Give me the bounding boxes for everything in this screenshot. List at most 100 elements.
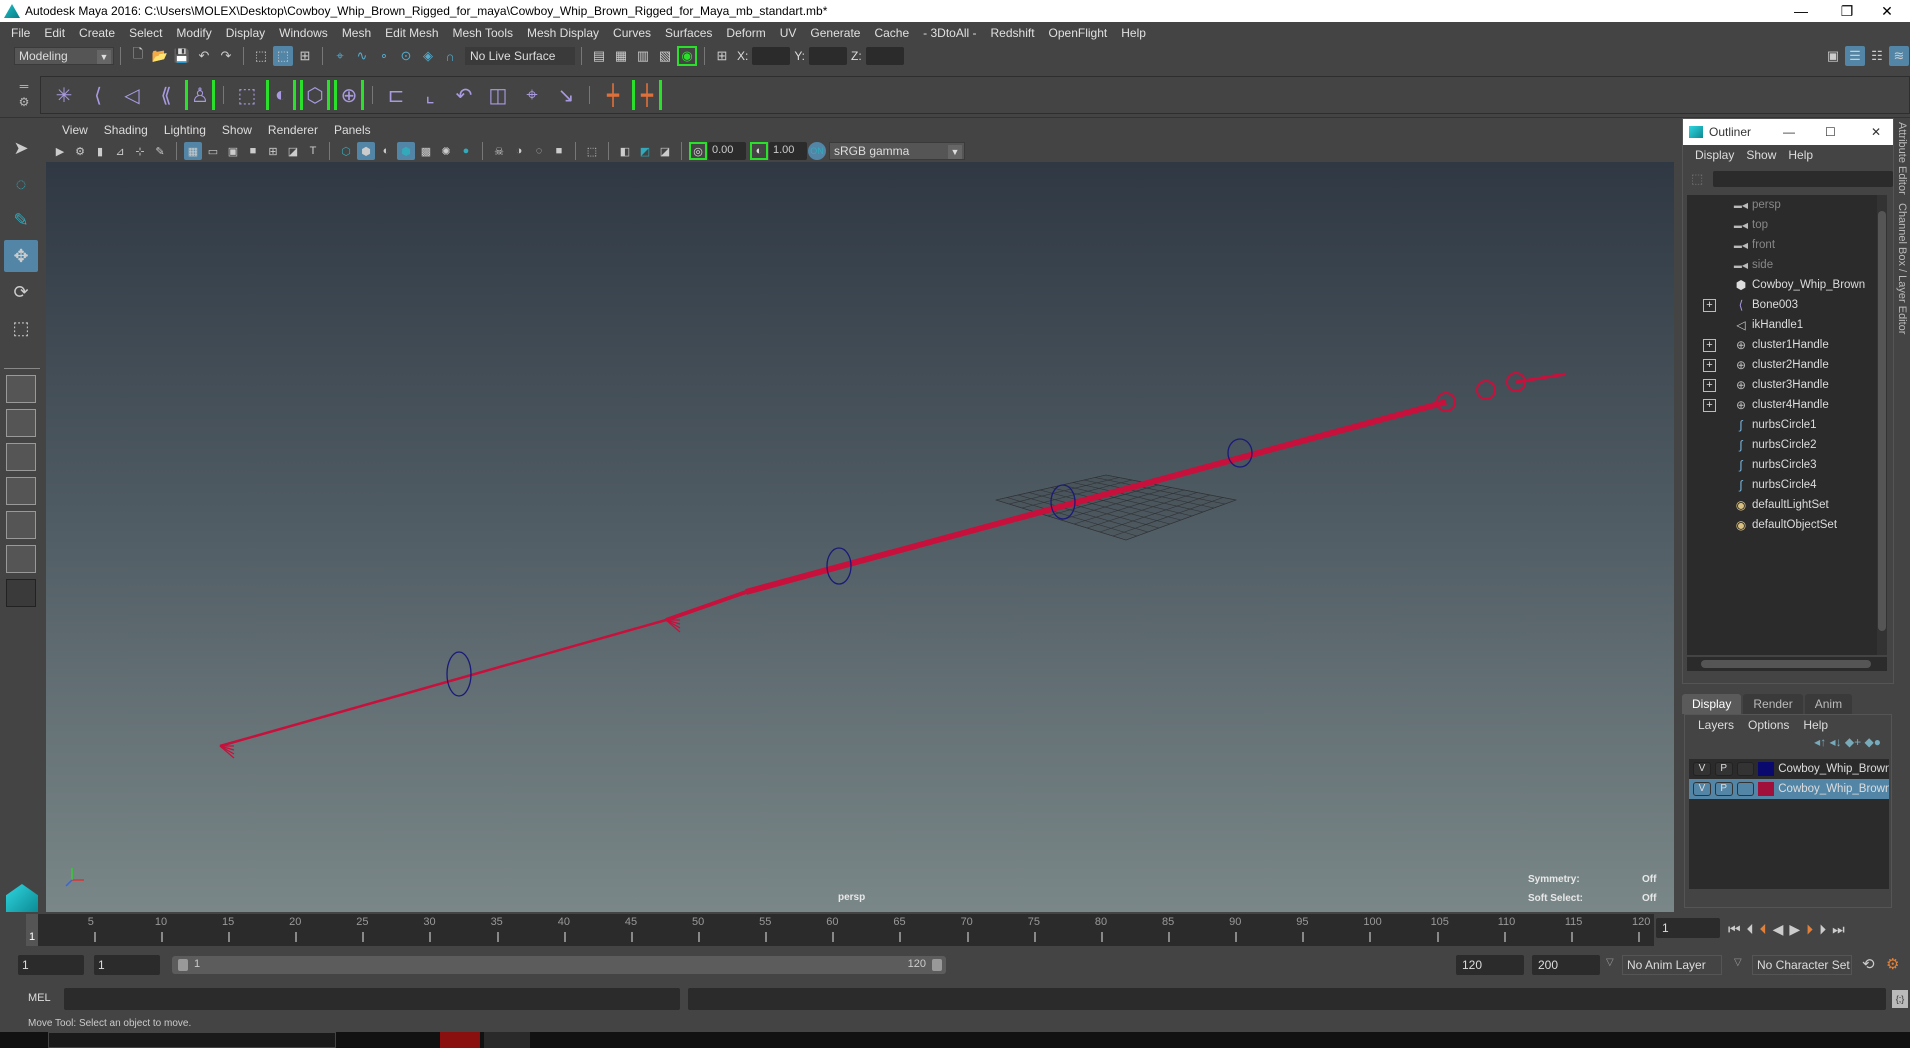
hypershade-persp-layout-icon[interactable] xyxy=(6,511,36,539)
scrollbar-thumb[interactable] xyxy=(1701,660,1871,668)
taskbar-app-button[interactable] xyxy=(440,1032,480,1048)
character-set-dropdown[interactable]: No Character Set xyxy=(1752,955,1852,975)
undo-icon[interactable]: ↶ xyxy=(194,46,214,66)
wireframe-on-shaded-icon[interactable]: ⬢ xyxy=(397,142,415,160)
viewport-menu-view[interactable]: View xyxy=(54,123,96,137)
x-field[interactable] xyxy=(752,47,791,65)
new-scene-icon[interactable]: 🗋 xyxy=(128,46,148,66)
film-gate-icon[interactable]: ▭ xyxy=(204,142,222,160)
expand-icon[interactable]: + xyxy=(1703,358,1716,372)
image-plane-icon[interactable]: ⊿ xyxy=(111,142,129,160)
select-tool-icon[interactable]: ➤ xyxy=(4,132,38,164)
menu-set-dropdown[interactable]: Modeling ▼ xyxy=(14,47,114,65)
outliner-title-bar[interactable]: Outliner — ☐ ✕ xyxy=(1683,119,1893,145)
menu-display[interactable]: Display xyxy=(219,26,272,40)
animation-preferences-icon[interactable]: ⚙ xyxy=(1886,955,1899,973)
screen-space-ao-icon[interactable]: ☠ xyxy=(490,142,508,160)
persp-graph-hypershade-layout-icon[interactable] xyxy=(6,545,36,573)
wireframe-icon[interactable]: ⬡ xyxy=(337,142,355,160)
playback-toggle[interactable]: P xyxy=(1714,762,1733,776)
anti-aliasing-icon[interactable]: ◌ xyxy=(530,142,548,160)
use-all-lights-icon[interactable]: ✺ xyxy=(437,142,455,160)
menu-edit-mesh[interactable]: Edit Mesh xyxy=(378,26,445,40)
expand-icon[interactable]: + xyxy=(1703,398,1716,412)
ik-handle-icon[interactable]: ⟨ xyxy=(83,80,113,110)
persp-graph-layout-icon[interactable] xyxy=(6,477,36,505)
smooth-shade-icon[interactable]: ⬢ xyxy=(357,142,375,160)
layer-row[interactable]: V P Cowboy_Whip_Brown_ xyxy=(1689,759,1889,779)
expand-icon[interactable]: + xyxy=(1703,378,1716,392)
display-type-toggle[interactable] xyxy=(1736,762,1755,776)
play-forwards-icon[interactable]: ▶ xyxy=(1789,921,1800,938)
viewport-menu-shading[interactable]: Shading xyxy=(96,123,156,137)
outliner-item[interactable]: + ⊕ cluster1Handle xyxy=(1687,335,1887,355)
snap-curve-icon[interactable]: ∿ xyxy=(352,46,372,66)
menu-mesh-display[interactable]: Mesh Display xyxy=(520,26,606,40)
play-backwards-icon[interactable]: ◀ xyxy=(1773,921,1784,938)
joint-tool-icon[interactable]: ✳ xyxy=(49,80,79,110)
menu-help[interactable]: Help xyxy=(1114,26,1153,40)
color-management-toggle-icon[interactable]: ON xyxy=(808,142,826,160)
layer-color-swatch[interactable] xyxy=(1758,782,1775,796)
outliner-item[interactable]: ◉ defaultObjectSet xyxy=(1687,515,1887,535)
grid-icon[interactable]: ▦ xyxy=(184,142,202,160)
select-hierarchy-icon[interactable]: ⬚ xyxy=(251,46,271,66)
four-view-layout-icon[interactable] xyxy=(6,409,36,437)
viewport-menu-lighting[interactable]: Lighting xyxy=(156,123,214,137)
whip-mesh[interactable] xyxy=(219,372,1567,759)
set-key-icon[interactable]: ┿ xyxy=(598,80,628,110)
shadows-icon[interactable]: ● xyxy=(457,142,475,160)
outliner-item[interactable]: ∫ nurbsCircle4 xyxy=(1687,475,1887,495)
motion-blur-icon[interactable]: ◑ xyxy=(510,142,528,160)
range-slider-bar[interactable]: 1 120 xyxy=(172,956,946,974)
menu-uv[interactable]: UV xyxy=(773,26,804,40)
outliner-menu-help[interactable]: Help xyxy=(1782,148,1819,162)
taskbar-app-button[interactable] xyxy=(48,1032,336,1048)
humanik-icon[interactable]: ♙ xyxy=(185,80,215,110)
exposure-field[interactable]: 0.00 xyxy=(708,142,746,160)
outliner-item[interactable]: ▬◀ side xyxy=(1687,255,1887,275)
outliner-close-button[interactable]: ✕ xyxy=(1871,125,1881,139)
snap-point-icon[interactable]: ∘ xyxy=(374,46,394,66)
grease-pencil-icon[interactable]: ✎ xyxy=(151,142,169,160)
safe-title-icon[interactable]: T xyxy=(304,142,322,160)
exposure-icon[interactable]: ◎ xyxy=(689,142,707,160)
visibility-toggle[interactable]: V xyxy=(1693,762,1711,776)
snap-surface-icon[interactable]: ◈ xyxy=(418,46,438,66)
menu-surfaces[interactable]: Surfaces xyxy=(658,26,719,40)
step-back-frame-icon[interactable]: ⏴ xyxy=(1747,921,1754,938)
select-object-icon[interactable]: ⬚ xyxy=(273,46,293,66)
render-view-icon[interactable]: ▤ xyxy=(589,46,609,66)
current-frame-field[interactable]: 1 xyxy=(1656,918,1720,938)
minimize-button[interactable]: — xyxy=(1778,0,1824,22)
cluster-icon[interactable]: ⊕ xyxy=(334,80,364,110)
live-surface-field[interactable]: No Live Surface xyxy=(465,47,575,65)
command-input[interactable] xyxy=(64,988,680,1010)
custom-layout-icon[interactable] xyxy=(6,579,36,607)
new-layer-selected-icon[interactable]: ◆● xyxy=(1865,735,1881,749)
end-time-field[interactable]: 200 xyxy=(1532,955,1600,975)
menu-create[interactable]: Create xyxy=(72,26,122,40)
shelf-menu-icon[interactable]: ═ ⚙ xyxy=(14,78,34,112)
channel-box-tab[interactable]: Channel Box / Layer Editor xyxy=(1896,199,1908,338)
paint-weights-icon[interactable]: ⬚ xyxy=(232,80,262,110)
tab-render[interactable]: Render xyxy=(1743,694,1803,714)
isolate-select-icon[interactable]: ⬚ xyxy=(583,142,601,160)
outliner-item[interactable]: ◁ ikHandle1 xyxy=(1687,315,1887,335)
scale-constraint-icon[interactable]: ◫ xyxy=(483,80,513,110)
script-editor-icon[interactable]: {;} xyxy=(1892,990,1908,1008)
channel-box-toggle-icon[interactable]: ≋ xyxy=(1889,46,1909,66)
outliner-minimize-button[interactable]: — xyxy=(1783,125,1795,139)
scrollbar-thumb[interactable] xyxy=(1878,211,1886,631)
chevron-down-icon[interactable]: ▽ xyxy=(1606,957,1614,968)
blend-shape-icon[interactable]: ◐ xyxy=(266,80,296,110)
resolution-gate-icon[interactable]: ▣ xyxy=(224,142,242,160)
rotate-tool-icon[interactable]: ⟳ xyxy=(4,276,38,308)
nurbs-circle-control[interactable] xyxy=(446,651,472,697)
menu-generate[interactable]: Generate xyxy=(803,26,867,40)
menu-windows[interactable]: Windows xyxy=(272,26,335,40)
gamma-icon[interactable]: ◐ xyxy=(750,142,768,160)
layer-row[interactable]: V P Cowboy_Whip_Brown_ xyxy=(1689,779,1889,799)
attribute-editor-toggle-icon[interactable]: ☰ xyxy=(1845,46,1865,66)
xray-active-components-icon[interactable]: ◩ xyxy=(636,142,654,160)
